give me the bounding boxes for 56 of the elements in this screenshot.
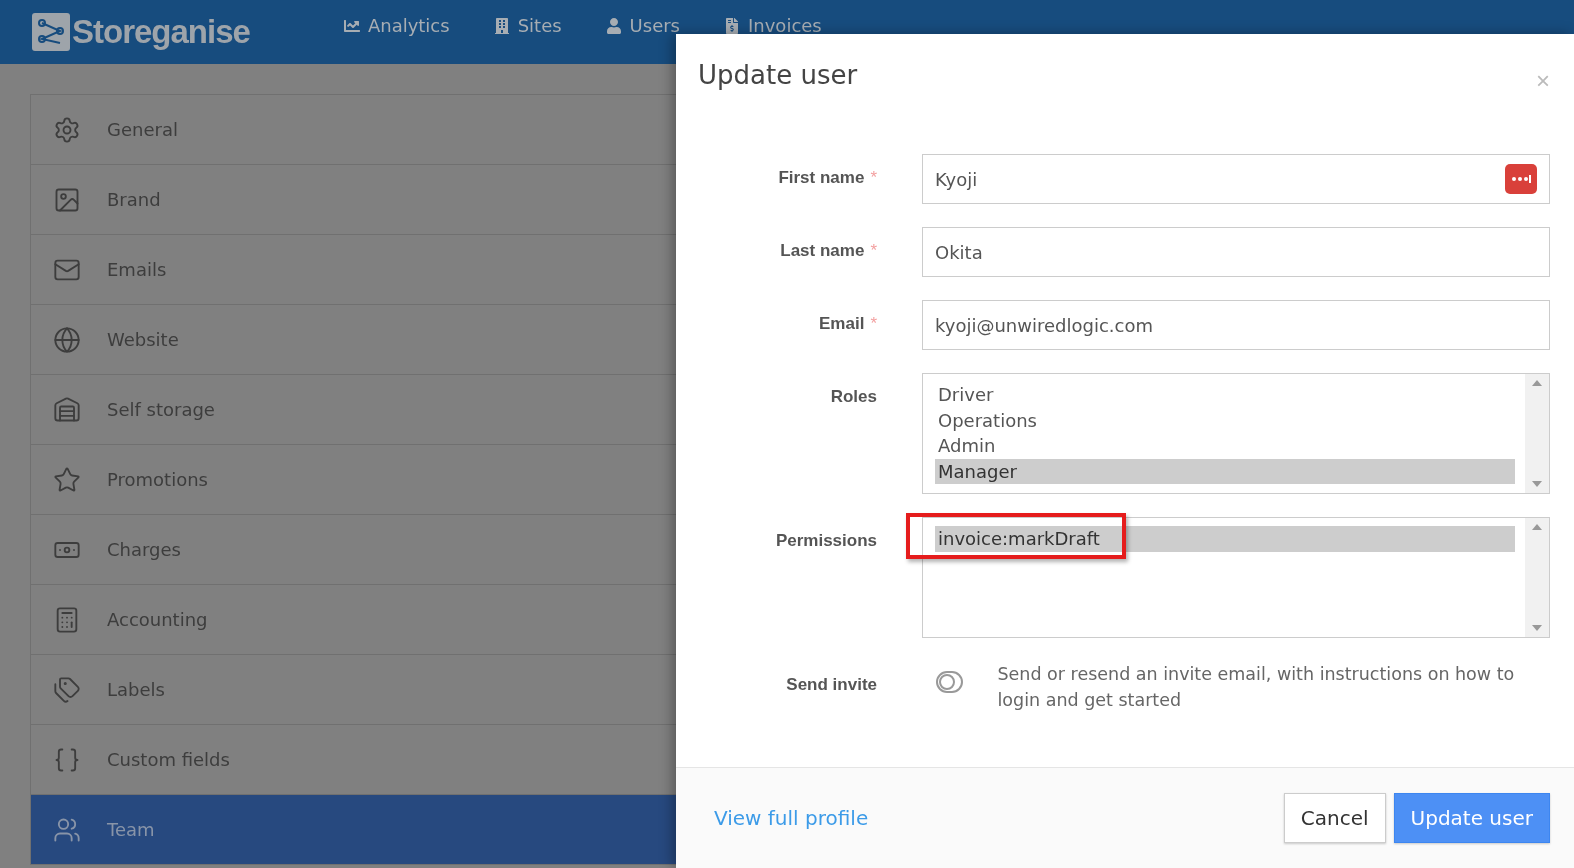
nav-link[interactable]: Analytics xyxy=(343,16,450,36)
gear-icon xyxy=(53,115,81,144)
chart-icon xyxy=(343,18,360,34)
globe-icon xyxy=(53,325,81,354)
tags-icon xyxy=(53,675,81,704)
up-arrow-icon[interactable] xyxy=(1532,524,1542,530)
list-box[interactable]: invoice:markDraft xyxy=(922,517,1550,638)
list-box[interactable]: Driver Operations Admin Manager xyxy=(922,373,1550,494)
star-icon xyxy=(53,465,81,494)
input-field[interactable]: kyoji@unwiredlogic.com xyxy=(922,300,1550,350)
sidebar-label: Accounting xyxy=(107,609,208,630)
field-label: First name * xyxy=(777,167,877,188)
list-option[interactable]: invoice:markDraft xyxy=(935,526,1515,552)
sidebar-label: Custom fields xyxy=(107,749,230,770)
password-manager-icon[interactable] xyxy=(1505,164,1537,194)
field-label: Roles xyxy=(829,386,877,407)
input-field[interactable]: Okita xyxy=(922,227,1550,277)
list-option[interactable]: Manager xyxy=(935,458,1515,484)
building-icon xyxy=(493,18,510,34)
field-label: Permissions xyxy=(774,530,877,551)
modal-title: Update user xyxy=(698,60,858,92)
logo-icon xyxy=(32,13,70,51)
down-arrow-icon[interactable] xyxy=(1532,481,1542,487)
sidebar-label: Labels xyxy=(107,679,165,700)
list-option[interactable]: Driver xyxy=(935,382,1515,408)
sidebar-label: Charges xyxy=(107,539,181,560)
logo-text: Storeganise xyxy=(72,13,250,51)
nav-link[interactable]: Users xyxy=(605,16,680,36)
nav-link[interactable]: Invoices xyxy=(724,16,822,36)
scrollbar[interactable] xyxy=(1525,518,1549,637)
sidebar-label: Website xyxy=(107,329,179,350)
document-icon xyxy=(724,18,740,34)
sidebar-label: Promotions xyxy=(107,469,208,490)
field-label: Last name * xyxy=(779,240,877,261)
toggle-switch[interactable] xyxy=(936,671,964,693)
up-arrow-icon[interactable] xyxy=(1532,380,1542,386)
list-option[interactable]: Admin xyxy=(935,433,1515,459)
sidebar-label: Self storage xyxy=(107,399,215,420)
list-option[interactable]: Operations xyxy=(935,407,1515,433)
sidebar-label: General xyxy=(107,119,178,140)
scrollbar[interactable] xyxy=(1525,374,1549,493)
update-button[interactable]: Update user xyxy=(1393,793,1550,843)
input-field[interactable]: Kyoji xyxy=(922,154,1550,204)
down-arrow-icon[interactable] xyxy=(1532,625,1542,631)
close-button[interactable]: × xyxy=(1536,66,1550,96)
field-label: Email * xyxy=(818,313,877,334)
warehouse-icon xyxy=(53,395,81,424)
sidebar-label: Brand xyxy=(107,189,161,210)
help-text: Send or resend an invite email, with instructions on how to login and get started xyxy=(997,663,1516,712)
sidebar-label: Team xyxy=(107,819,155,840)
sidebar-label: Emails xyxy=(107,259,167,280)
cancel-button[interactable]: Cancel xyxy=(1283,793,1386,843)
field-label: Send invite xyxy=(785,674,877,695)
user-icon xyxy=(605,18,622,34)
profile-link[interactable]: View full profile xyxy=(714,806,869,830)
nav-link[interactable]: Sites xyxy=(493,16,562,36)
